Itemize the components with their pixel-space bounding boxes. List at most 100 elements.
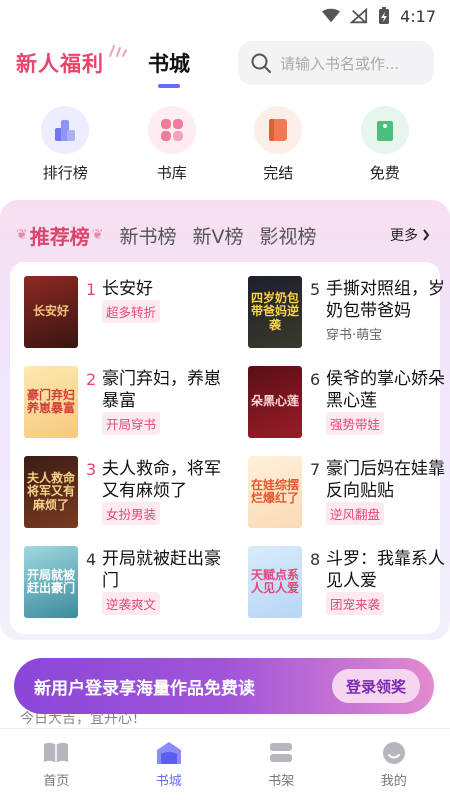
login-banner-text: 新用户登录享海量作品免费读: [34, 678, 255, 699]
nav-label: 首页: [43, 774, 70, 789]
book-cover: 在娃综摆烂爆红了: [248, 456, 302, 528]
cover-title: 在娃综摆烂爆红了: [250, 477, 299, 505]
quick-nav-completed[interactable]: 完结: [238, 106, 318, 190]
chevron-right-icon: [423, 229, 430, 241]
book-title: 斗罗：我靠系人见人爱: [326, 549, 445, 592]
cover-title: 四岁奶包带爸妈逆袭: [250, 291, 299, 332]
book-cover: 天赋点系人见人爱: [248, 546, 302, 618]
tab-recommended-label: 推荐榜: [29, 224, 90, 249]
book-title: 开局就被赶出豪门: [102, 549, 221, 592]
book-cover: 开局就被赶出豪门: [24, 546, 78, 618]
book-tag: 女扮男装: [102, 502, 161, 525]
book-item[interactable]: 在娃综摆烂爆红了 7 豪门后妈在娃靠反向贴贴 逆风翻盘: [234, 442, 445, 528]
rank-number: 2: [86, 370, 97, 389]
newcomer-welfare-link[interactable]: 新人福利: [16, 45, 128, 78]
tab-new-books[interactable]: 新书榜: [119, 222, 176, 249]
login-reward-button[interactable]: 登录领奖: [331, 669, 420, 703]
quick-nav-label: 免费: [369, 164, 400, 182]
profile-icon: [382, 742, 405, 764]
ranking-panel: ❦ 推荐榜 ❦ 新书榜 新V榜 影视榜 更多 长安好 1 长安好 超多转折 四岁…: [0, 200, 450, 640]
quick-nav-library[interactable]: 书库: [132, 106, 212, 190]
ranking-tabs: ❦ 推荐榜 ❦ 新书榜 新V榜 影视榜 更多: [16, 220, 430, 250]
quick-nav-label: 排行榜: [42, 164, 88, 182]
book-cover: 夫人救命将军又有麻烦了: [24, 456, 78, 528]
book-title: 夫人救命，将军又有麻烦了: [102, 459, 221, 502]
search-icon: [251, 53, 271, 73]
book-title: 长安好: [102, 279, 153, 299]
header: 新人福利 书城 请输入书名或作...: [0, 36, 450, 90]
tab-active-indicator: [158, 84, 180, 88]
book-title: 豪门弃妇，养崽暴富: [102, 369, 221, 412]
rank-number: 5: [310, 280, 321, 299]
book-tag: 穿书·萌宝: [326, 328, 383, 343]
book-item[interactable]: 四岁奶包带爸妈逆袭 5 手撕对照组，岁奶包带爸妈 穿书·萌宝: [234, 262, 445, 348]
chart-icon: [41, 106, 90, 154]
nav-label: 书城: [155, 774, 182, 789]
book-tag: 强势带娃: [326, 412, 385, 435]
ranking-list: 长安好 1 长安好 超多转折 四岁奶包带爸妈逆袭 5 手撕对照组，岁奶包带爸妈 …: [10, 262, 445, 634]
tab-bookstore-label: 书城: [148, 52, 190, 76]
nav-home[interactable]: 首页: [21, 740, 91, 789]
search-placeholder: 请输入书名或作...: [280, 54, 400, 73]
tab-bookstore[interactable]: 书城: [148, 48, 190, 88]
battery-charging-icon: [379, 7, 390, 24]
cover-title: 长安好: [32, 304, 69, 319]
wifi-icon: [322, 8, 341, 23]
book-tag: 开局穿书: [102, 412, 161, 435]
book-item[interactable]: 夫人救命将军又有麻烦了 3 夫人救命，将军又有麻烦了 女扮男装: [10, 442, 221, 528]
rank-number: 7: [310, 460, 321, 479]
sparkle-icon: [109, 45, 127, 57]
cover-title: 开局就被赶出豪门: [26, 567, 75, 595]
quick-nav-label: 完结: [263, 164, 294, 182]
nav-label: 我的: [380, 774, 407, 789]
cover-title: 朵黑心莲: [250, 394, 299, 409]
rank-number: 1: [86, 280, 97, 299]
book-tag: 逆风翻盘: [326, 502, 385, 525]
cover-title: 夫人救命将军又有麻烦了: [26, 471, 75, 512]
login-banner[interactable]: 新用户登录享海量作品免费读 登录领奖: [14, 658, 434, 714]
book-tag: 逆袭爽文: [102, 592, 161, 615]
search-input[interactable]: 请输入书名或作...: [238, 41, 434, 85]
book-item[interactable]: 开局就被赶出豪门 4 开局就被赶出豪门 逆袭爽文: [10, 532, 221, 618]
rank-number: 6: [310, 370, 321, 389]
status-time: 4:17: [400, 6, 436, 26]
more-label: 更多: [390, 228, 418, 244]
quick-nav-ranking[interactable]: 排行榜: [25, 106, 105, 190]
laurel-left-icon: ❦: [16, 227, 28, 243]
cover-title: 天赋点系人见人爱: [250, 567, 299, 595]
rank-number: 4: [86, 550, 97, 569]
book-tag: 团宠来袭: [326, 592, 385, 615]
more-link[interactable]: 更多: [390, 225, 430, 245]
book-cover: 四岁奶包带爸妈逆袭: [248, 276, 302, 348]
rank-number: 3: [86, 460, 97, 479]
book-cover: 朵黑心莲: [248, 366, 302, 438]
quick-nav-label: 书库: [156, 164, 187, 182]
nav-bookshelf[interactable]: 书架: [246, 740, 316, 789]
book-title: 豪门后妈在娃靠反向贴贴: [326, 459, 445, 502]
book-tag: 超多转折: [102, 300, 161, 323]
tab-new-v[interactable]: 新V榜: [192, 222, 243, 249]
bottom-nav: 首页 书城 书架 我的: [0, 728, 450, 800]
grid-icon: [147, 106, 196, 154]
nav-profile[interactable]: 我的: [359, 740, 429, 789]
quick-nav-free[interactable]: 免费: [345, 106, 425, 190]
book-item[interactable]: 豪门弃妇养崽暴富 2 豪门弃妇，养崽暴富 开局穿书: [10, 352, 221, 438]
rank-number: 8: [310, 550, 321, 569]
book-icon: [254, 106, 303, 154]
tag-icon: [360, 106, 409, 154]
cover-title: 豪门弃妇养崽暴富: [26, 387, 75, 415]
tab-recommended[interactable]: ❦ 推荐榜 ❦: [16, 221, 103, 250]
bookstore-icon: [156, 742, 181, 764]
login-reward-label: 登录领奖: [345, 677, 406, 696]
laurel-right-icon: ❦: [91, 227, 104, 243]
book-item[interactable]: 天赋点系人见人爱 8 斗罗：我靠系人见人爱 团宠来袭: [234, 532, 445, 618]
status-bar: 4:17: [0, 0, 450, 32]
book-title: 侯爷的掌心娇朵黑心莲: [326, 369, 445, 412]
book-cover: 长安好: [24, 276, 78, 348]
book-item[interactable]: 长安好 1 长安好 超多转折: [10, 262, 220, 348]
book-item[interactable]: 朵黑心莲 6 侯爷的掌心娇朵黑心莲 强势带娃: [234, 352, 445, 438]
tab-film-tv[interactable]: 影视榜: [259, 222, 316, 249]
shelf-icon: [270, 743, 293, 762]
nav-bookstore[interactable]: 书城: [134, 740, 204, 789]
home-book-icon: [44, 742, 69, 763]
